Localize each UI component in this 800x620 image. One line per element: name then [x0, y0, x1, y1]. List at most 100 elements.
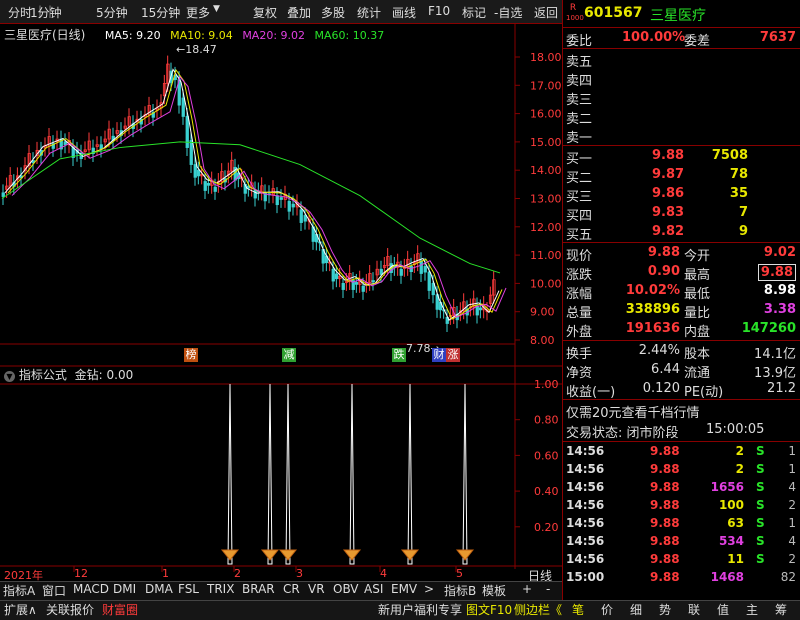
side-tab-shi-icon[interactable]: 势: [659, 601, 671, 618]
tab-obv[interactable]: OBV: [333, 582, 359, 596]
tick-count: 2: [788, 498, 796, 512]
footer-f10[interactable]: 图文F10: [466, 601, 512, 618]
side-tab-bi-icon[interactable]: 笔: [572, 601, 584, 618]
kline-chart-svg[interactable]: 18.0017.0016.0015.0014.0013.0012.0011.00…: [0, 24, 562, 580]
marker-bang[interactable]: 榜: [184, 348, 198, 362]
quote-value-left: 10.02%: [625, 283, 680, 298]
tab-asi[interactable]: ASI: [364, 582, 383, 596]
sell-level-row[interactable]: 卖五: [566, 50, 800, 70]
tab-dma[interactable]: DMA: [145, 582, 173, 596]
candle-body: [303, 215, 307, 222]
footer-sidebar[interactable]: 侧边栏《: [514, 601, 562, 618]
buy-level-row[interactable]: 买四 9.83 7: [566, 204, 800, 224]
buy-level-row[interactable]: 买二 9.87 78: [566, 166, 800, 186]
buy-level-label: 买二: [566, 171, 593, 186]
candle-body: [1, 192, 5, 197]
side-tab-zhi-icon[interactable]: 值: [717, 601, 729, 618]
tick-price: 9.88: [650, 516, 680, 530]
footer-related-quotes[interactable]: 关联报价: [46, 601, 94, 618]
tool-tongji[interactable]: 统计: [357, 4, 381, 21]
footer-wealth-circle[interactable]: 财富圈: [102, 601, 138, 618]
buy-level-row[interactable]: 买三 9.86 35: [566, 185, 800, 205]
fundamental-row: 换手 2.44% 股本 14.1亿: [566, 342, 800, 362]
tool-more[interactable]: 更多: [186, 4, 210, 21]
tab-emv[interactable]: EMV: [391, 582, 417, 596]
tool-5min[interactable]: 5分钟: [96, 4, 128, 21]
tick-volume: 11: [727, 552, 744, 566]
tool-biaoji[interactable]: 标记: [462, 4, 486, 21]
tick-row: 14:56 9.88 1656 S 4: [566, 479, 800, 497]
tab-trix[interactable]: TRIX: [207, 582, 234, 596]
indicator-name[interactable]: 指标公式: [19, 368, 67, 382]
tick-volume: 2: [735, 444, 744, 458]
time-label-1: 1: [162, 567, 169, 580]
sell-level-row[interactable]: 卖四: [566, 69, 800, 89]
tick-time: 14:56: [566, 462, 605, 476]
tick-count: 1: [788, 516, 796, 530]
tab-vr[interactable]: VR: [308, 582, 325, 596]
tab-cr[interactable]: CR: [283, 582, 300, 596]
tab-dmi[interactable]: DMI: [113, 582, 136, 596]
tab-zoom-in[interactable]: +: [522, 582, 532, 596]
indicator-tick-label: 0.40: [534, 485, 559, 498]
sell-level-row[interactable]: 卖二: [566, 107, 800, 127]
tick-price: 9.88: [650, 498, 680, 512]
promo-link[interactable]: 仅需20元查看千档行情: [566, 402, 700, 421]
buy-level-price: 9.87: [652, 167, 685, 182]
tick-row: 14:56 9.88 534 S 4: [566, 533, 800, 551]
tool-back[interactable]: 返回: [534, 4, 558, 21]
quote-label-left: 涨幅: [566, 287, 593, 302]
tab-window[interactable]: 窗口: [42, 582, 66, 599]
tool-fuquan[interactable]: 复权: [253, 4, 277, 21]
tool-15min[interactable]: 15分钟: [141, 4, 180, 21]
tab-indicator-b[interactable]: 指标B: [444, 582, 476, 599]
indicator-collapse-icon[interactable]: ▼: [4, 371, 15, 382]
tick-price: 9.88: [650, 534, 680, 548]
tab-zoom-out[interactable]: -: [546, 582, 550, 596]
tick-row: 14:56 9.88 63 S 1: [566, 515, 800, 533]
side-tab-lian-icon[interactable]: 联: [688, 601, 700, 618]
marker-jian[interactable]: 减: [282, 348, 296, 362]
quote-label-left: 现价: [566, 249, 593, 264]
tool-1min[interactable]: 1分钟: [30, 4, 62, 21]
tab-scroll-right[interactable]: >: [424, 582, 434, 596]
tool-f10[interactable]: F10: [428, 4, 450, 18]
tick-side: S: [756, 534, 765, 548]
candle-body: [361, 285, 365, 292]
tool-huaxian[interactable]: 画线: [392, 4, 416, 21]
side-tab-chou-icon[interactable]: 筹: [775, 601, 787, 618]
marker-zhang[interactable]: 涨: [446, 348, 460, 362]
tab-template[interactable]: 模板: [482, 582, 506, 599]
candle-body: [427, 271, 431, 291]
candle-body: [275, 195, 279, 206]
side-tab-zhu-icon[interactable]: 主: [746, 601, 758, 618]
side-tab-xi-icon[interactable]: 细: [630, 601, 642, 618]
candle-body: [354, 282, 359, 285]
sell-level-row[interactable]: 卖一: [566, 126, 800, 146]
footer-expand[interactable]: 扩展∧: [4, 601, 37, 618]
price-tick-label: 18.00: [530, 51, 562, 64]
tick-side: S: [756, 444, 765, 458]
sell-level-row[interactable]: 卖三: [566, 88, 800, 108]
tick-count: 4: [788, 480, 796, 494]
tool-zixuan[interactable]: -自选: [494, 4, 522, 21]
tab-brar[interactable]: BRAR: [242, 582, 275, 596]
high-annotation: ←18.47: [176, 43, 217, 56]
buy-level-row[interactable]: 买五 9.82 9: [566, 223, 800, 243]
tab-indicator-a[interactable]: 指标A: [3, 582, 35, 599]
tick-volume: 1468: [710, 570, 744, 584]
tick-time: 14:56: [566, 534, 605, 548]
tab-macd[interactable]: MACD: [73, 582, 109, 596]
side-tab-jia-icon[interactable]: 价: [601, 601, 613, 618]
buy-level-row[interactable]: 买一 9.88 7508: [566, 147, 800, 167]
tool-duogu[interactable]: 多股: [321, 4, 345, 21]
fund-value-right: 21.2: [767, 381, 796, 396]
price-tick-label: 16.00: [530, 108, 562, 121]
candle-body: [287, 200, 291, 212]
tab-fsl[interactable]: FSL: [178, 582, 199, 596]
marker-cai[interactable]: 财: [432, 348, 446, 362]
tool-diejia[interactable]: 叠加: [287, 4, 311, 21]
candle-body: [196, 169, 201, 177]
marker-die[interactable]: 跌: [392, 348, 406, 362]
footer-new-user-promo[interactable]: 新用户福利专享: [378, 601, 462, 618]
